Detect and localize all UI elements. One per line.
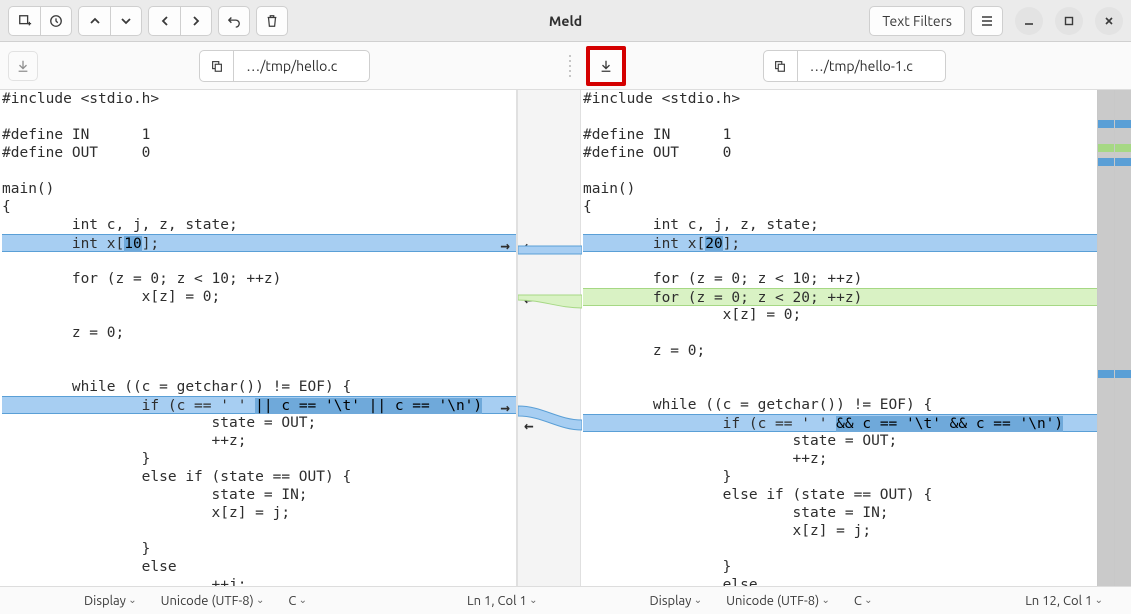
back-button[interactable] — [148, 6, 180, 36]
newtab-icon — [18, 14, 32, 28]
close-icon — [1103, 15, 1115, 27]
right-code-pane[interactable]: #include <stdio.h>#define IN 1#define OU… — [581, 90, 1097, 586]
language-dropdown[interactable]: C — [854, 594, 873, 608]
new-tab-button[interactable] — [8, 6, 40, 36]
statusbar: Display Unicode (UTF-8) C Ln 1, Col 1 Di… — [0, 586, 1131, 614]
menu-icon — [980, 14, 994, 28]
minimap[interactable] — [1097, 90, 1131, 586]
forward-button[interactable] — [180, 6, 212, 36]
up-icon — [89, 15, 101, 27]
display-dropdown[interactable]: Display — [84, 594, 137, 608]
save-right-button[interactable] — [586, 46, 626, 86]
window-maximize-button[interactable] — [1055, 7, 1083, 35]
copy-icon[interactable] — [764, 51, 798, 81]
encoding-dropdown[interactable]: Unicode (UTF-8) — [161, 594, 265, 608]
trash-icon — [265, 14, 279, 28]
undo-icon — [227, 14, 241, 28]
max-icon — [1063, 15, 1075, 27]
undo-button[interactable] — [218, 6, 250, 36]
hamburger-menu-button[interactable] — [971, 6, 1003, 36]
down-icon — [120, 15, 132, 27]
status-right: Display Unicode (UTF-8) C Ln 12, Col 1 — [566, 587, 1131, 614]
headerbar: Meld Text Filters — [0, 0, 1131, 42]
pane-divider-handle[interactable] — [562, 55, 578, 77]
save-icon — [599, 59, 613, 73]
merge-right-arrow[interactable]: → — [500, 399, 510, 417]
window-close-button[interactable] — [1095, 7, 1123, 35]
left-file-path[interactable]: …/tmp/hello.c — [199, 50, 370, 82]
window-minimize-button[interactable] — [1015, 7, 1043, 35]
left-code-pane[interactable]: #include <stdio.h>#define IN 1#define OU… — [0, 90, 517, 586]
min-icon — [1023, 15, 1035, 27]
copy-icon[interactable] — [200, 51, 234, 81]
merge-right-arrow[interactable]: → — [500, 237, 510, 255]
right-file-path[interactable]: …/tmp/hello-1.c — [763, 50, 946, 82]
prev-change-button[interactable] — [78, 6, 110, 36]
link-gutter: ← ← ← — [517, 90, 581, 586]
next-change-button[interactable] — [110, 6, 142, 36]
save-icon — [16, 59, 30, 73]
history-icon — [49, 14, 63, 28]
left-file-path-label: …/tmp/hello.c — [234, 58, 369, 74]
language-dropdown[interactable]: C — [288, 594, 307, 608]
encoding-dropdown[interactable]: Unicode (UTF-8) — [726, 594, 830, 608]
delete-button[interactable] — [256, 6, 288, 36]
status-left: Display Unicode (UTF-8) C Ln 1, Col 1 — [0, 587, 566, 614]
app-title: Meld — [549, 13, 582, 29]
cursor-position-right[interactable]: Ln 12, Col 1 — [1025, 594, 1103, 608]
prev-icon — [159, 15, 171, 27]
right-file-path-label: …/tmp/hello-1.c — [798, 58, 945, 74]
left-file-column: …/tmp/hello.c — [0, 50, 562, 82]
file-row: …/tmp/hello.c …/tmp/hello-1.c — [0, 42, 1131, 90]
right-file-column: …/tmp/hello-1.c — [578, 50, 1131, 82]
display-dropdown[interactable]: Display — [650, 594, 703, 608]
save-left-button[interactable] — [8, 51, 38, 81]
history-button[interactable] — [40, 6, 72, 36]
text-filters-button[interactable]: Text Filters — [869, 6, 965, 36]
code-area: #include <stdio.h>#define IN 1#define OU… — [0, 90, 1131, 586]
cursor-position-left[interactable]: Ln 1, Col 1 — [467, 594, 537, 608]
next-icon — [190, 15, 202, 27]
